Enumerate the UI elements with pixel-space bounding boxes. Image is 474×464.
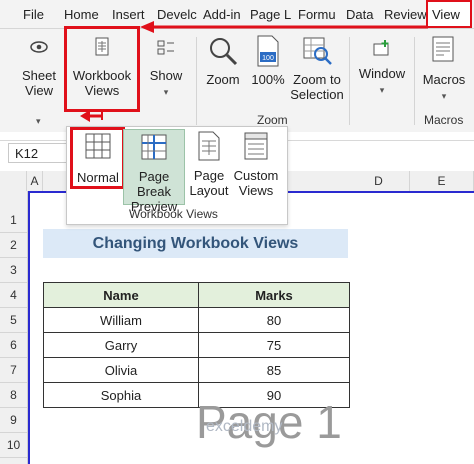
- row-header[interactable]: 5: [0, 308, 27, 333]
- table-header-row: Name Marks: [43, 282, 350, 308]
- header-marks[interactable]: Marks: [198, 282, 350, 308]
- custom-views-label-1: Custom: [233, 168, 279, 183]
- custom-views-icon: [244, 132, 268, 160]
- page-layout-button[interactable]: Page Layout: [187, 131, 231, 198]
- page-break-preview-label-1: Page Break: [137, 169, 171, 199]
- workbook-views-group-label: Workbook Views: [129, 207, 218, 221]
- row-header[interactable]: 7: [0, 358, 27, 383]
- row-header[interactable]: 8: [0, 383, 27, 408]
- row-header[interactable]: 1: [0, 208, 27, 233]
- page-layout-label-1: Page: [193, 168, 225, 183]
- cell-name[interactable]: Olivia: [43, 357, 199, 383]
- custom-views-label-2: Views: [238, 183, 274, 198]
- row-header[interactable]: 2: [0, 233, 27, 258]
- table-row: William 80: [43, 307, 350, 333]
- column-header-a[interactable]: A: [27, 171, 43, 191]
- header-name[interactable]: Name: [43, 282, 199, 308]
- page-layout-icon: [198, 131, 220, 161]
- cell-marks[interactable]: 80: [198, 307, 350, 333]
- normal-highlight: [70, 127, 125, 189]
- workbook-views-dropdown: Normal Page Break Preview Page Layout Cu…: [66, 126, 288, 225]
- row-header[interactable]: 6: [0, 333, 27, 358]
- cell-name[interactable]: William: [43, 307, 199, 333]
- sheet-title: Changing Workbook Views: [43, 229, 348, 258]
- row-header[interactable]: 4: [0, 283, 27, 308]
- cell-name[interactable]: Garry: [43, 332, 199, 358]
- page-break-line: [28, 191, 30, 464]
- row-header[interactable]: 10: [0, 433, 27, 458]
- column-header-d[interactable]: D: [348, 171, 410, 191]
- table-row: Olivia 85: [43, 357, 350, 383]
- cell-marks[interactable]: 85: [198, 357, 350, 383]
- name-box[interactable]: K12: [8, 143, 68, 163]
- column-header-e[interactable]: E: [410, 171, 474, 191]
- row-header[interactable]: 9: [0, 408, 27, 433]
- custom-views-button[interactable]: Custom Views: [231, 131, 281, 198]
- row-header[interactable]: 3: [0, 258, 27, 283]
- marks-table: Name Marks William 80 Garry 75 Olivia 85…: [43, 282, 350, 408]
- page-break-preview-icon: [141, 134, 167, 160]
- cell-name[interactable]: Sophia: [43, 382, 199, 408]
- cell-marks[interactable]: 75: [198, 332, 350, 358]
- page-break-preview-button[interactable]: Page Break Preview: [123, 129, 185, 214]
- select-all-corner[interactable]: [0, 171, 27, 191]
- table-row: Garry 75: [43, 332, 350, 358]
- page-layout-label-2: Layout: [189, 183, 229, 198]
- exceldemy-watermark: exceldemy: [206, 418, 283, 435]
